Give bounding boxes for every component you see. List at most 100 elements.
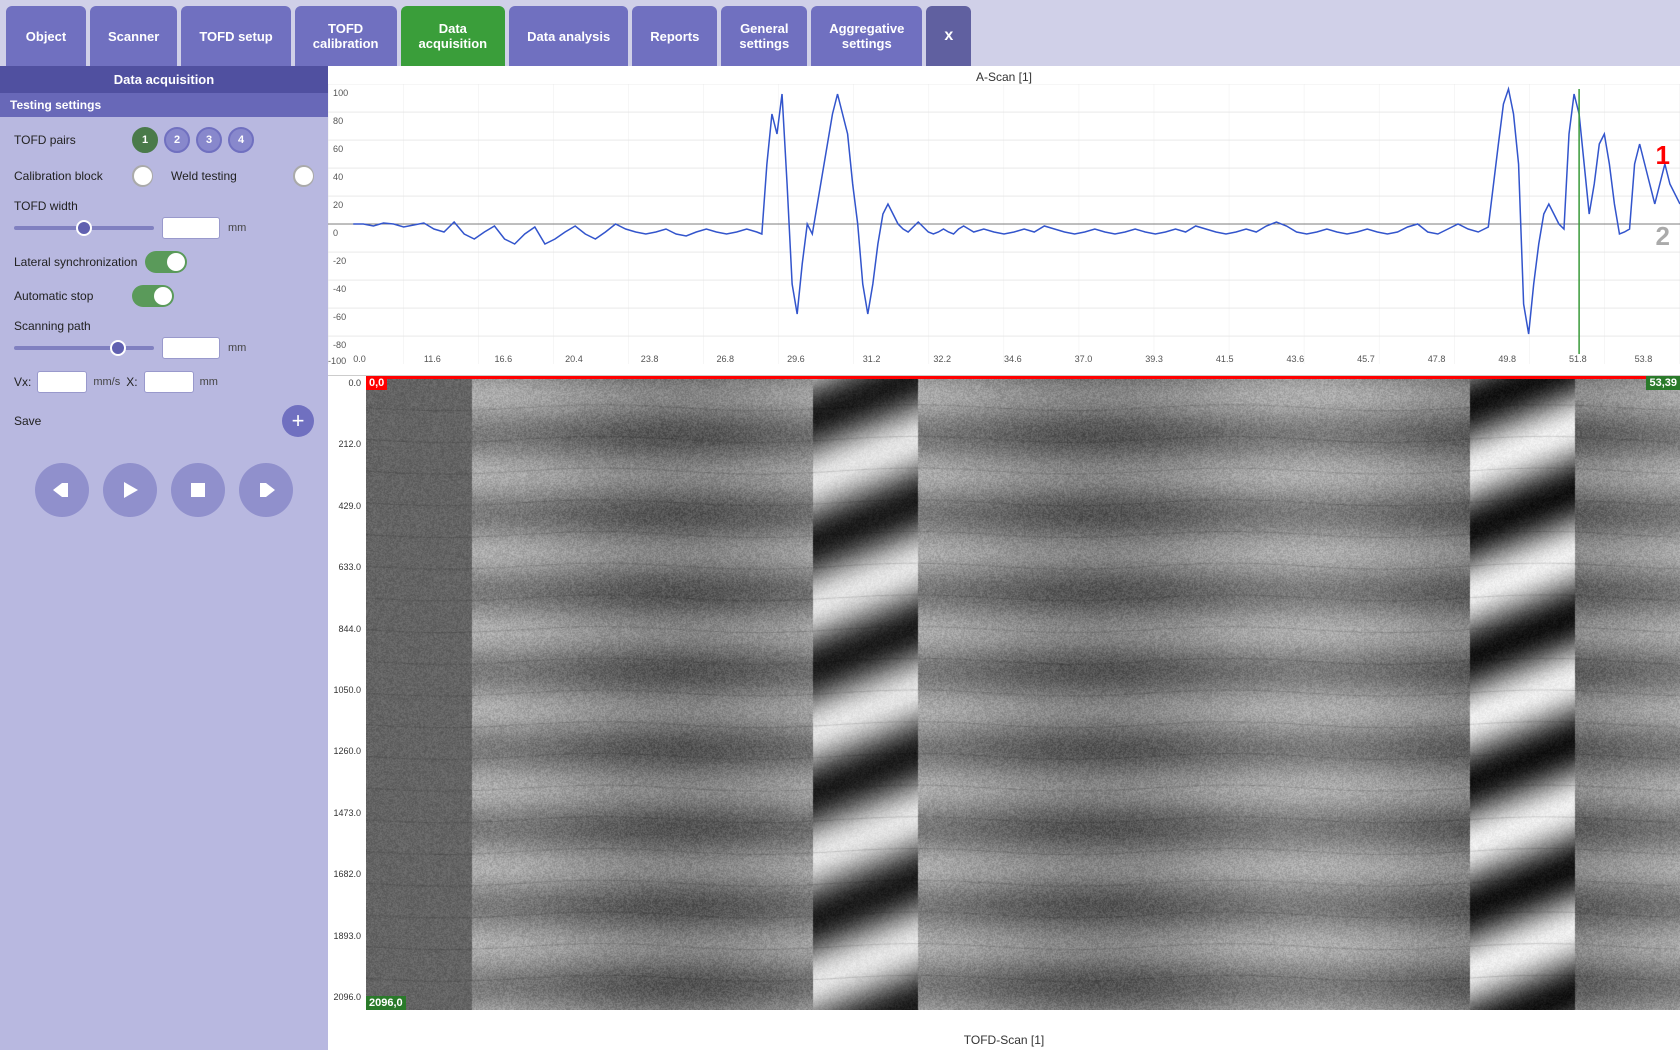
scanning-path-slider[interactable] [14, 346, 154, 350]
svg-text:0.0: 0.0 [353, 354, 366, 364]
ascan-chart: 100 80 60 40 20 0 -20 -40 -60 -80 -100 0… [328, 84, 1680, 364]
nav-data-analysis[interactable]: Data analysis [509, 6, 628, 66]
y-label-6: 1260.0 [330, 746, 364, 756]
tofd-pairs-row: TOFD pairs 1 2 3 4 [14, 127, 314, 153]
weld-toggle-knob [295, 167, 313, 185]
nav-object[interactable]: Object [6, 6, 86, 66]
x-unit: mm [200, 376, 218, 388]
side-number-2: 2 [1656, 221, 1670, 252]
scanning-path-label: Scanning path [14, 319, 314, 333]
nav-general-settings[interactable]: General settings [721, 6, 807, 66]
svg-text:39.3: 39.3 [1145, 354, 1163, 364]
scanning-path-input[interactable]: 3869 [162, 337, 220, 359]
y-label-8: 1682.0 [330, 869, 364, 879]
lateral-sync-row: Lateral synchronization [14, 251, 314, 273]
lateral-sync-label: Lateral synchronization [14, 255, 137, 269]
right-panel: A-Scan [1] [328, 66, 1680, 1050]
svg-text:49.8: 49.8 [1498, 354, 1516, 364]
tofd-width-slider[interactable] [14, 226, 154, 230]
save-row: Save + [14, 405, 314, 437]
scanning-path-unit: mm [228, 342, 246, 354]
auto-stop-row: Automatic stop [14, 285, 314, 307]
nav-scanner[interactable]: Scanner [90, 6, 177, 66]
left-panel: Data acquisition Testing settings TOFD p… [0, 66, 328, 1050]
pair-2[interactable]: 2 [164, 127, 190, 153]
pair-1[interactable]: 1 [132, 127, 158, 153]
vx-x-row: Vx: 0 mm/s X: 0 mm [14, 371, 314, 393]
y-axis-labels: 0.0 212.0 429.0 633.0 844.0 1050.0 1260.… [328, 376, 366, 1004]
nav-close[interactable]: x [926, 6, 971, 66]
coord-bottom-left: 2096,0 [366, 996, 406, 1010]
main-layout: Data acquisition Testing settings TOFD p… [0, 66, 1680, 1050]
tofd-width-input[interactable]: 200 [162, 217, 220, 239]
weld-toggle[interactable] [293, 165, 314, 187]
pair-3[interactable]: 3 [196, 127, 222, 153]
nav-tofd-calibration[interactable]: TOFD calibration [295, 6, 397, 66]
tofd-pairs-buttons: 1 2 3 4 [132, 127, 254, 153]
pair-4[interactable]: 4 [228, 127, 254, 153]
tofd-title: TOFD-Scan [1] [328, 1030, 1680, 1050]
svg-text:34.6: 34.6 [1004, 354, 1022, 364]
tofd-red-border [366, 376, 1680, 379]
weld-testing-label: Weld testing [171, 169, 281, 183]
svg-text:32.2: 32.2 [933, 354, 951, 364]
nav-data-acquisition[interactable]: Data acquisition [401, 6, 506, 66]
y-label-4: 844.0 [330, 624, 364, 634]
section-title: Testing settings [0, 93, 328, 117]
y-label-2: 429.0 [330, 501, 364, 511]
nav-aggregative-settings[interactable]: Aggregative settings [811, 6, 922, 66]
navigation-bar: Object Scanner TOFD setup TOFD calibrati… [0, 0, 1680, 66]
svg-text:-100: -100 [328, 356, 346, 364]
skip-forward-button[interactable] [239, 463, 293, 517]
svg-text:29.6: 29.6 [787, 354, 805, 364]
tofd-width-container: TOFD width 200 mm [14, 199, 314, 239]
side-number-1: 1 [1656, 140, 1670, 171]
svg-text:0: 0 [333, 228, 338, 238]
play-button[interactable] [103, 463, 157, 517]
svg-text:37.0: 37.0 [1075, 354, 1093, 364]
svg-text:-40: -40 [333, 284, 346, 294]
tofd-canvas [366, 376, 1680, 1010]
calibration-toggle[interactable] [132, 165, 153, 187]
svg-text:20: 20 [333, 200, 343, 210]
svg-text:16.6: 16.6 [494, 354, 512, 364]
x-input[interactable]: 0 [144, 371, 194, 393]
tofd-width-unit: mm [228, 222, 246, 234]
nav-reports[interactable]: Reports [632, 6, 717, 66]
y-label-9: 1893.0 [330, 931, 364, 941]
rewind-icon [51, 479, 73, 501]
svg-text:41.5: 41.5 [1216, 354, 1234, 364]
svg-text:60: 60 [333, 144, 343, 154]
coord-top-left: 0,0 [366, 376, 387, 390]
controls-area [0, 447, 328, 533]
settings-area: TOFD pairs 1 2 3 4 Calibration block Wel… [0, 117, 328, 447]
svg-text:23.8: 23.8 [641, 354, 659, 364]
nav-tofd-setup[interactable]: TOFD setup [181, 6, 290, 66]
add-button[interactable]: + [282, 405, 314, 437]
y-label-1: 212.0 [330, 439, 364, 449]
svg-text:31.2: 31.2 [863, 354, 881, 364]
auto-stop-toggle[interactable] [132, 285, 174, 307]
svg-text:45.7: 45.7 [1357, 354, 1375, 364]
svg-text:47.8: 47.8 [1428, 354, 1446, 364]
stop-button[interactable] [171, 463, 225, 517]
vx-unit: mm/s [93, 376, 120, 388]
auto-stop-label: Automatic stop [14, 289, 124, 303]
rewind-button[interactable] [35, 463, 89, 517]
svg-text:-20: -20 [333, 256, 346, 266]
svg-text:-60: -60 [333, 312, 346, 322]
svg-text:11.6: 11.6 [424, 354, 441, 364]
lateral-sync-toggle[interactable] [145, 251, 187, 273]
svg-text:100: 100 [333, 88, 348, 98]
y-label-0: 0.0 [330, 378, 364, 388]
y-label-7: 1473.0 [330, 808, 364, 818]
svg-text:26.8: 26.8 [716, 354, 734, 364]
tofd-canvas-area: 0.0 212.0 429.0 633.0 844.0 1050.0 1260.… [328, 376, 1680, 1030]
panel-title: Data acquisition [0, 66, 328, 93]
x-label: X: [126, 375, 137, 389]
ascan-area: A-Scan [1] [328, 66, 1680, 376]
y-label-5: 1050.0 [330, 685, 364, 695]
svg-text:51.8: 51.8 [1569, 354, 1587, 364]
calibration-weld-row: Calibration block Weld testing [14, 165, 314, 187]
vx-input[interactable]: 0 [37, 371, 87, 393]
